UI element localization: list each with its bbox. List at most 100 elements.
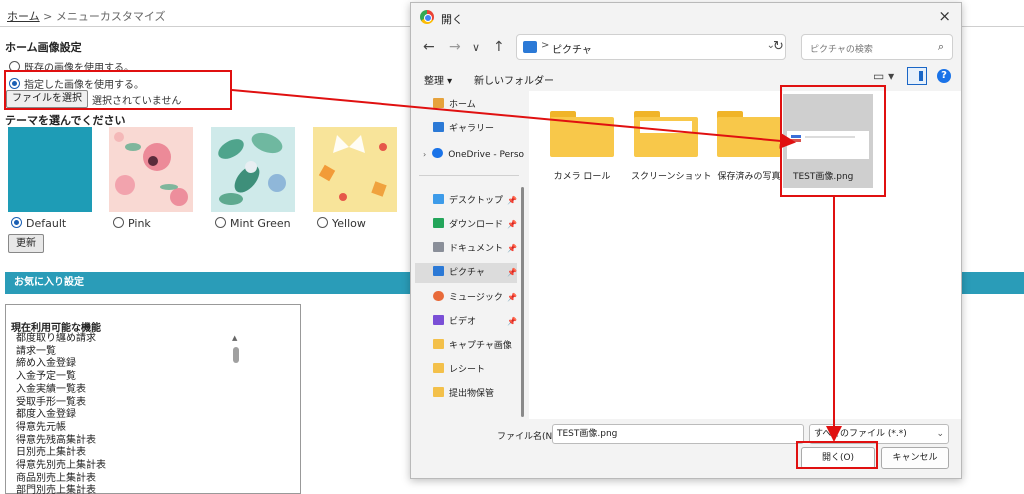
nav-item-label: ダウンロード [449,220,504,230]
theme-mint-option[interactable]: Mint Green [215,217,291,230]
breadcrumb-home-link[interactable]: ホーム [7,10,40,23]
theme-default-option[interactable]: Default [11,217,66,230]
nav-item-receipts[interactable]: レシート [433,360,533,380]
list-item[interactable]: 日別売上集計表 [16,447,232,460]
desktop-icon [433,194,444,204]
list-item[interactable]: 締め入金登録 [16,358,232,371]
scroll-thumb[interactable] [233,347,239,363]
nav-item-onedrive[interactable]: › OneDrive - Perso [423,145,525,165]
view-options-icon[interactable]: ▭ ▾ [873,69,894,83]
refresh-icon[interactable]: ↻ [773,39,784,54]
list-item[interactable]: 商品別売上集計表 [16,473,232,486]
radio-theme-yellow[interactable] [317,217,328,228]
nav-item-captures[interactable]: キャプチャ画像 [433,336,533,356]
nav-item-label: デスクトップ [449,196,504,206]
theme-default-swatch[interactable] [8,127,92,212]
expand-chevron-icon[interactable]: › [423,150,426,159]
organize-menu[interactable]: 整理 ▾ [424,72,452,87]
list-item[interactable]: 都度入金登録 [16,409,232,422]
address-chevron-icon: > [541,40,550,51]
nav-item-desktop[interactable]: デスクトップ 📌 [433,191,517,211]
nav-item-music[interactable]: ミュージック 📌 [433,288,517,308]
pin-icon[interactable]: 📌 [507,239,517,259]
theme-yellow-option[interactable]: Yellow [317,217,366,230]
pictures-folder-icon [523,41,537,53]
filename-input[interactable]: TEST画像.png [552,424,804,444]
address-bar[interactable]: > ピクチャ ⌄ [516,34,786,60]
nav-item-documents[interactable]: ドキュメント 📌 [433,239,517,259]
dialog-title: 開く [441,13,463,26]
chevron-down-icon: ⌄ [936,429,944,439]
address-text: ピクチャ [552,45,592,56]
nav-item-downloads[interactable]: ダウンロード 📌 [433,215,517,235]
nav-item-label: OneDrive - Perso [448,150,525,160]
nav-item-submissions[interactable]: 提出物保管 [433,384,533,404]
onedrive-cloud-icon [432,148,444,158]
update-button[interactable]: 更新 [8,234,44,253]
list-item[interactable]: 得意先別売上集計表 [16,460,232,473]
folder-saved-pictures[interactable]: 保存済みの写真 [714,111,784,182]
folder-icon [717,111,781,157]
list-item[interactable]: 入金実績一覧表 [16,384,232,397]
video-icon [433,315,444,325]
nav-divider [419,175,519,176]
cancel-button[interactable]: キャンセル [881,447,949,469]
recent-locations-icon[interactable]: ∨ [472,41,480,54]
theme-mint-swatch[interactable] [211,127,295,212]
help-icon[interactable]: ? [937,69,951,83]
pin-icon[interactable]: 📌 [507,191,517,211]
search-input[interactable]: ピクチャの検索 ⌕ [801,34,953,60]
list-item[interactable]: 得意先元帳 [16,422,232,435]
download-icon [433,218,444,228]
search-icon: ⌕ [937,40,944,53]
filetype-value: すべてのファイル (*.*) [814,429,907,439]
theme-yellow-swatch[interactable] [313,127,397,212]
pin-icon[interactable]: 📌 [507,215,517,235]
nav-item-home[interactable]: ホーム [433,95,533,115]
nav-item-label: ドキュメント [449,244,504,254]
list-scrollbar[interactable]: ▲ [231,333,241,493]
pin-icon[interactable]: 📌 [507,263,517,283]
list-item[interactable]: 入金予定一覧 [16,371,232,384]
list-item[interactable]: 都度取り纏め請求 [16,333,232,346]
radio-theme-mint[interactable] [215,217,226,228]
nav-item-videos[interactable]: ビデオ 📌 [433,312,517,332]
nav-item-label: ミュージック [449,293,503,303]
nav-item-label: 提出物保管 [449,389,495,399]
chrome-icon [420,10,434,24]
pin-icon[interactable]: 📌 [507,312,517,332]
forward-icon[interactable]: → [449,39,461,55]
nav-item-label: ビデオ [449,317,477,327]
up-folder-icon[interactable]: ↑ [493,39,505,55]
close-icon[interactable]: × [938,7,951,25]
back-icon[interactable]: ← [423,39,435,55]
theme-pink-swatch[interactable] [109,127,193,212]
mint-leaf-pattern [218,132,286,205]
scroll-up-icon[interactable]: ▲ [232,334,237,342]
pin-icon[interactable]: 📌 [507,288,517,308]
radio-theme-pink[interactable] [113,217,124,228]
list-item[interactable]: 部門別売上集計表 [16,485,232,494]
nav-item-gallery[interactable]: ギャラリー [433,119,533,139]
nav-item-label: キャプチャ画像 [449,341,512,351]
preview-pane-icon[interactable] [907,67,927,85]
highlight-file-select [4,70,232,110]
nav-scrollbar[interactable] [521,187,524,417]
folder-camera-roll[interactable]: カメラ ロール [547,111,617,182]
available-functions-list[interactable]: 都度取り纏め請求 請求一覧 締め入金登録 入金予定一覧 入金実績一覧表 受取手形… [16,333,232,494]
nav-item-pictures[interactable]: ピクチャ 📌 [415,263,517,283]
list-item[interactable]: 得意先残高集計表 [16,435,232,448]
theme-pink-option[interactable]: Pink [113,217,151,230]
filename-label: ファイル名(N): [497,432,559,442]
favorites-bar-right [962,272,1024,294]
list-item[interactable]: 請求一覧 [16,346,232,359]
folder-label: 保存済みの写真 [717,172,781,182]
new-folder-button[interactable]: 新しいフォルダー [474,72,554,87]
document-icon [433,242,444,252]
folder-label: カメラ ロール [553,172,611,182]
folder-screenshots[interactable]: スクリーンショット [631,111,712,182]
gallery-icon [433,122,444,132]
list-item[interactable]: 受取手形一覧表 [16,397,232,410]
file-list-area: カメラ ロール スクリーンショット 保存済みの写真 TEST画像.png [529,91,961,419]
radio-theme-default[interactable] [11,217,22,228]
